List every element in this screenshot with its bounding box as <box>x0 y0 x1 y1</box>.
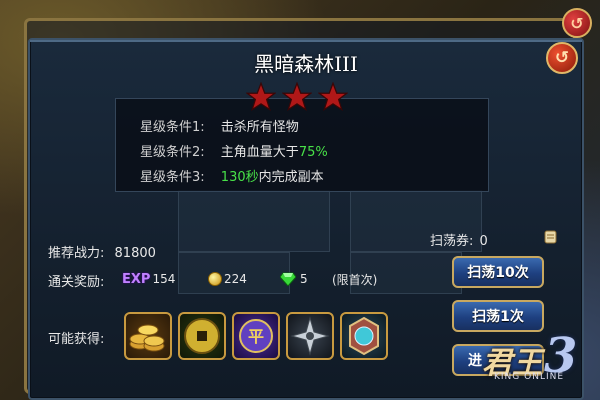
star-icon <box>246 82 276 111</box>
star-condition-3: 星级条件3: 130秒内完成副本 <box>140 166 324 185</box>
gem-value: 5 <box>300 272 308 286</box>
background-stage-card <box>178 190 330 252</box>
gold-coin-icon <box>208 272 222 286</box>
star-condition-2: 星级条件2: 主角血量大于75% <box>140 141 328 160</box>
svg-text:平: 平 <box>248 327 264 346</box>
gold-value: 224 <box>224 272 247 286</box>
scroll-icon <box>544 230 557 244</box>
drop-item-bronze-coin[interactable] <box>178 312 226 360</box>
recommended-power: 推荐战力: 81800 <box>48 242 156 261</box>
dialog-top-border <box>30 40 582 42</box>
condition-text: 内完成副本 <box>258 170 324 185</box>
sweep-once-button[interactable]: 扫荡1次 <box>452 300 544 332</box>
bronze-coin-icon <box>184 318 220 354</box>
star-icon <box>282 82 312 111</box>
condition-highlight: 130秒 <box>220 170 259 185</box>
return-arrow-icon: ↺ <box>570 13 584 33</box>
first-clear-note: (限首次) <box>332 272 378 287</box>
green-gem-icon <box>280 272 296 286</box>
drop-item-shuriken[interactable] <box>286 312 334 360</box>
shuriken-cross-icon <box>290 316 330 356</box>
game-logo: 君王 3 KING ONLINE <box>446 328 596 398</box>
logo-subtitle: KING ONLINE <box>494 372 565 382</box>
rewards-label: 通关奖励: <box>48 275 105 290</box>
drop-item-gem-amulet[interactable] <box>340 312 388 360</box>
sweep-ten-times-button[interactable]: 扫荡10次 <box>452 256 544 288</box>
close-button[interactable]: ↺ <box>546 42 578 74</box>
condition-label: 星级条件1: <box>140 120 205 135</box>
outer-close-button[interactable]: ↺ <box>562 8 592 38</box>
possible-drops-label: 可能获得: <box>48 332 105 347</box>
sweep-tickets-value: 0 <box>479 234 488 249</box>
star-condition-1: 星级条件1: 击杀所有怪物 <box>140 116 299 135</box>
recommended-power-value: 81800 <box>114 246 156 261</box>
sweep-tickets-label: 扫荡券: <box>430 234 474 249</box>
recommended-power-label: 推荐战力: <box>48 246 105 261</box>
teal-gem-amulet-icon <box>349 316 379 356</box>
gem-reward: 5 <box>280 269 308 289</box>
star-rating <box>246 82 366 112</box>
condition-label: 星级条件2: <box>140 145 205 160</box>
drop-item-purple-emblem[interactable]: 平 <box>232 312 280 360</box>
exp-value: 154 <box>152 272 176 286</box>
condition-label: 星级条件3: <box>140 170 205 185</box>
gold-coins-icon <box>129 324 165 352</box>
condition-text: 击杀所有怪物 <box>220 120 299 135</box>
star-icon <box>318 82 348 111</box>
drop-item-gold-coins[interactable] <box>124 312 172 360</box>
return-arrow-icon: ↺ <box>554 48 570 68</box>
condition-text: 主角血量大于 <box>220 145 299 160</box>
exp-badge-icon: EXP <box>122 271 151 287</box>
purple-emblem-icon: 平 <box>239 319 273 353</box>
sweep-tickets: 扫荡券: 0 <box>430 230 488 249</box>
gold-reward: 224 <box>208 269 247 289</box>
star-conditions-panel: 星级条件1: 击杀所有怪物 星级条件2: 主角血量大于75% 星级条件3: 13… <box>115 98 489 192</box>
stage-title: 黑暗森林III <box>254 52 358 76</box>
exp-reward: EXP 154 <box>122 269 175 289</box>
condition-highlight: 75% <box>298 145 328 160</box>
